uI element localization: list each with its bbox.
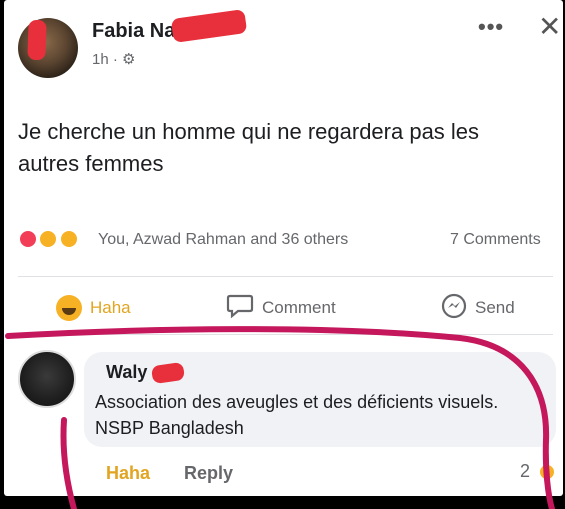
comment-bubble-icon bbox=[226, 293, 254, 324]
send-button[interactable]: Send bbox=[441, 293, 515, 324]
gear-icon: ⚙ bbox=[122, 51, 136, 68]
post-time[interactable]: 1h bbox=[92, 51, 109, 68]
comment-label: Comment bbox=[262, 298, 336, 317]
haha-label: Haha bbox=[90, 298, 131, 317]
divider bbox=[18, 334, 553, 335]
reaction-icons[interactable] bbox=[18, 229, 79, 253]
post-meta: 1h · ⚙ bbox=[92, 50, 135, 68]
haha-button[interactable]: Haha bbox=[56, 294, 131, 322]
haha-face-icon bbox=[56, 295, 82, 321]
avatar-redaction bbox=[27, 19, 47, 61]
comment-text: Association des aveugles et des déficien… bbox=[95, 392, 499, 438]
haha-reaction-icon bbox=[38, 229, 59, 249]
reactions-summary[interactable]: You, Azwad Rahman and 36 others bbox=[98, 231, 348, 249]
love-reaction-icon bbox=[18, 229, 38, 249]
comment-haha-button[interactable]: Haha bbox=[106, 463, 150, 484]
facebook-post-screen: Fabia Na 1h · ⚙ ••• ✕ Je cherche un homm… bbox=[4, 0, 563, 496]
comments-count[interactable]: 7 Comments bbox=[450, 231, 541, 249]
post-text: Je cherche un homme qui ne regardera pas… bbox=[18, 119, 480, 176]
comment-button[interactable]: Comment bbox=[226, 294, 336, 322]
name-redaction bbox=[170, 8, 248, 44]
care-reaction-icon bbox=[58, 229, 79, 249]
comment-reaction-count[interactable]: 2 bbox=[520, 461, 557, 482]
post-author-name[interactable]: Fabia Na bbox=[92, 20, 175, 43]
commenter-avatar[interactable] bbox=[18, 350, 76, 408]
divider bbox=[18, 276, 553, 277]
meta-separator: · bbox=[112, 51, 123, 68]
more-options-icon[interactable]: ••• bbox=[478, 14, 504, 40]
commenter-name[interactable]: Waly bbox=[106, 362, 147, 383]
close-icon[interactable]: ✕ bbox=[538, 10, 561, 43]
comment-reaction-number: 2 bbox=[520, 461, 531, 481]
messenger-icon bbox=[441, 293, 467, 324]
haha-reaction-icon bbox=[538, 463, 557, 482]
send-label: Send bbox=[475, 298, 515, 317]
comment-reply-button[interactable]: Reply bbox=[184, 463, 233, 484]
